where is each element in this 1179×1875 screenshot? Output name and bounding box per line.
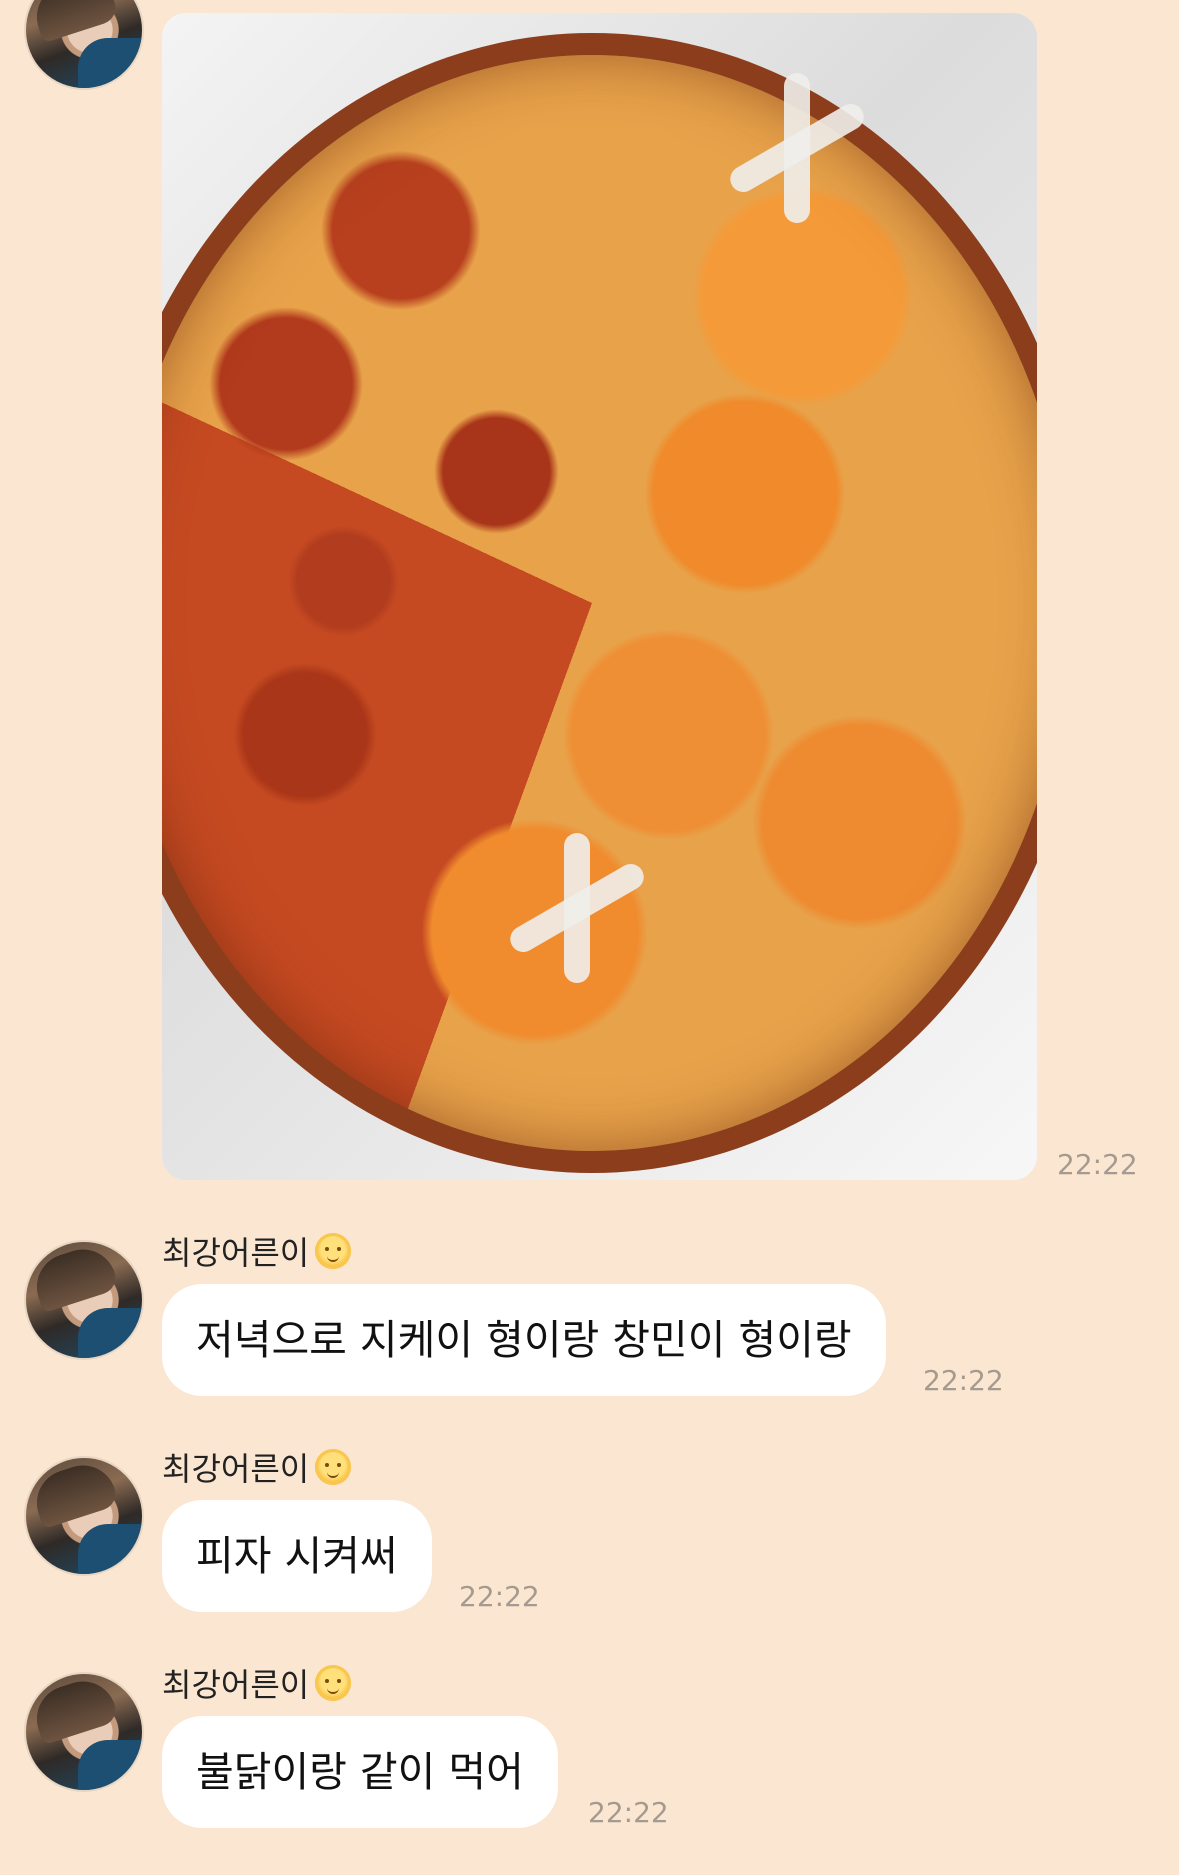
message-bubble[interactable]: 저녁으로 지케이 형이랑 창민이 형이랑	[162, 1284, 886, 1396]
sun-emoji-icon	[315, 1449, 352, 1485]
sender-name-label: 최강어른이	[162, 1666, 310, 1704]
sender-name: 최강어른이	[162, 1444, 352, 1490]
timestamp: 22:22	[1057, 1148, 1138, 1181]
sender-name-label: 최강어른이	[162, 1450, 310, 1488]
timestamp: 22:22	[923, 1364, 1004, 1397]
avatar[interactable]	[24, 1672, 144, 1792]
sender-name: 최강어른이	[162, 1228, 352, 1274]
pizza-photo[interactable]	[162, 13, 1037, 1180]
pizza-image	[162, 33, 1037, 1173]
timestamp: 22:22	[459, 1580, 540, 1613]
pizza-saver-clip	[722, 73, 872, 223]
avatar[interactable]	[24, 1456, 144, 1576]
sun-emoji-icon	[315, 1233, 352, 1269]
sender-name-label: 최강어른이	[162, 1234, 310, 1272]
avatar[interactable]	[24, 0, 144, 90]
sun-emoji-icon	[315, 1665, 352, 1701]
pizza-saver-clip	[502, 833, 652, 983]
message-bubble[interactable]: 피자 시켜써	[162, 1500, 432, 1612]
message-bubble[interactable]: 불닭이랑 같이 먹어	[162, 1716, 558, 1828]
timestamp: 22:22	[588, 1796, 669, 1829]
sender-name: 최강어른이	[162, 1660, 352, 1706]
avatar[interactable]	[24, 1240, 144, 1360]
